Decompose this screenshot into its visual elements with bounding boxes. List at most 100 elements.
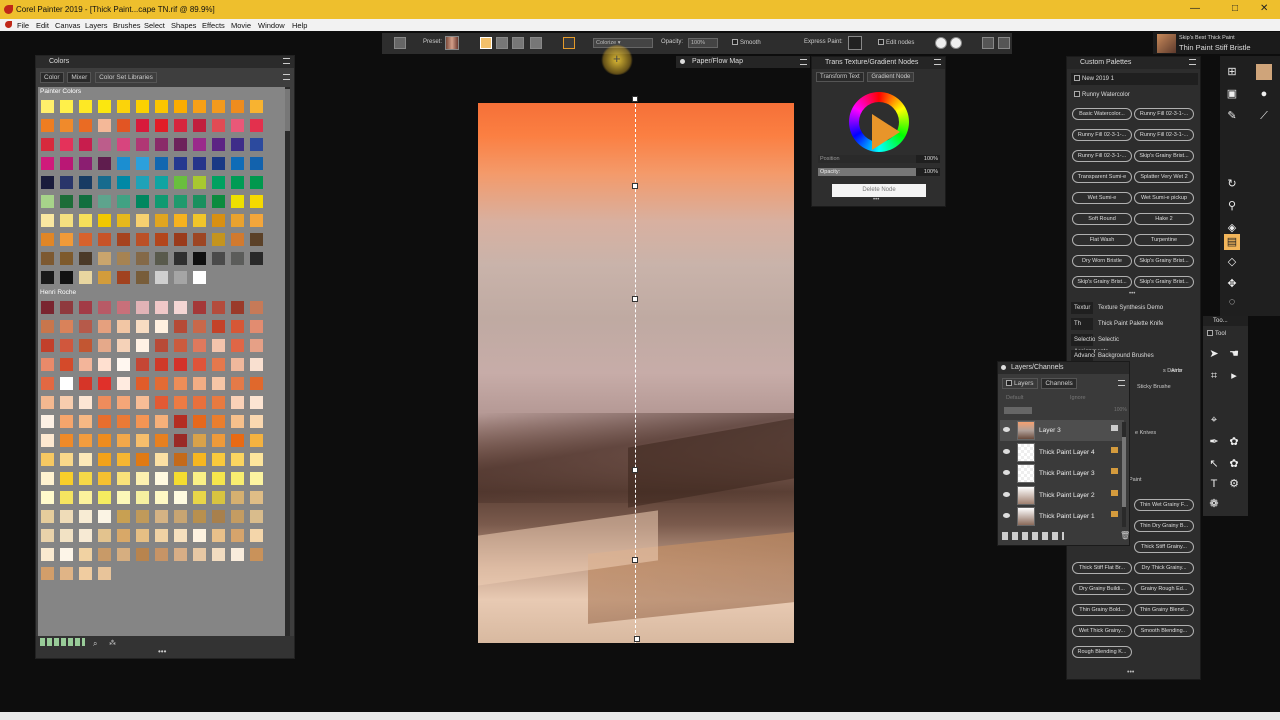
palette-brush-button[interactable]: Skip's Grainy Brist... [1072, 276, 1132, 288]
color-swatch[interactable] [98, 233, 111, 246]
palette-partial-label[interactable]: Airbr [1171, 368, 1183, 374]
color-swatch[interactable] [250, 453, 263, 466]
gradient-circular-icon[interactable] [512, 37, 524, 49]
color-swatch[interactable] [136, 339, 149, 352]
palette-brush-button[interactable]: Turpentine [1134, 234, 1194, 246]
color-swatch[interactable] [98, 157, 111, 170]
palette-brush-button[interactable]: Thin Grainy Blend... [1134, 604, 1194, 616]
color-swatch[interactable] [136, 119, 149, 132]
color-swatch[interactable] [250, 320, 263, 333]
gradient-radial-icon[interactable] [496, 37, 508, 49]
color-swatch[interactable] [174, 271, 187, 284]
reverse-gradient-icon[interactable] [563, 37, 575, 49]
color-swatch[interactable] [155, 434, 168, 447]
color-swatch[interactable] [193, 214, 206, 227]
color-swatch[interactable] [155, 472, 168, 485]
color-swatch[interactable] [41, 434, 54, 447]
color-swatch[interactable] [231, 529, 244, 542]
palette-brush-button[interactable]: Thin Wet Grainy F... [1134, 499, 1194, 511]
color-swatch[interactable] [98, 358, 111, 371]
rotate-icon[interactable]: ↻ [1224, 176, 1240, 192]
custom-palettes-header[interactable]: Custom Palettes [1067, 57, 1200, 69]
color-swatch[interactable] [60, 176, 73, 189]
hand-icon[interactable]: ☚ [1226, 346, 1242, 362]
color-swatch[interactable] [193, 396, 206, 409]
flower2-icon[interactable]: ✿ [1226, 456, 1242, 472]
color-swatch[interactable] [250, 434, 263, 447]
color-swatch[interactable] [79, 214, 92, 227]
palette-lower-more-icon[interactable]: ••• [1127, 669, 1134, 676]
menu-movie[interactable]: Movie [231, 21, 251, 30]
gradient-more-icon[interactable]: ••• [873, 197, 879, 203]
color-swatch[interactable] [174, 214, 187, 227]
color-swatch[interactable] [79, 320, 92, 333]
color-swatch[interactable] [231, 233, 244, 246]
color-swatch[interactable] [60, 100, 73, 113]
color-swatch[interactable] [155, 358, 168, 371]
color-swatch[interactable] [136, 301, 149, 314]
color-swatch[interactable] [98, 453, 111, 466]
opacity-field[interactable]: 100% [688, 38, 718, 48]
color-swatch[interactable] [79, 377, 92, 390]
color-swatch[interactable] [41, 339, 54, 352]
color-swatch[interactable] [79, 491, 92, 504]
color-swatch[interactable] [98, 138, 111, 151]
color-swatch[interactable] [174, 472, 187, 485]
brush-preview-icon[interactable] [1256, 64, 1272, 80]
palette-row[interactable]: Thick Paint Palette Knife [1095, 318, 1193, 330]
color-swatch[interactable] [212, 358, 225, 371]
color-swatch[interactable] [231, 396, 244, 409]
palette-brush-button[interactable]: Basic Watercolor... [1072, 108, 1132, 120]
layer-opacity[interactable]: 100% [1114, 407, 1127, 413]
palette-partial-label[interactable]: Sticky Brushe [1137, 384, 1171, 390]
color-swatch[interactable] [41, 453, 54, 466]
close-button[interactable]: ✕ [1260, 3, 1268, 14]
color-swatch[interactable] [41, 252, 54, 265]
color-swatch[interactable] [79, 252, 92, 265]
node-handle[interactable] [634, 636, 640, 642]
color-swatch[interactable] [193, 195, 206, 208]
color-swatch[interactable] [212, 529, 225, 542]
color-swatch[interactable] [98, 195, 111, 208]
layers-scroll-thumb[interactable] [1122, 437, 1126, 507]
color-swatch[interactable] [231, 491, 244, 504]
color-swatch[interactable] [117, 548, 130, 561]
palette-brush-button[interactable]: Soft Round [1072, 213, 1132, 225]
color-swatch[interactable] [193, 358, 206, 371]
color-swatch[interactable] [79, 271, 92, 284]
color-swatch[interactable] [117, 138, 130, 151]
color-swatch[interactable] [60, 214, 73, 227]
menu-edit[interactable]: Edit [36, 21, 49, 30]
save-icon[interactable]: ▣ [1224, 86, 1240, 102]
transform-icon[interactable] [1224, 116, 1240, 132]
color-swatch[interactable] [79, 157, 92, 170]
dock-panel-icon[interactable] [982, 37, 994, 49]
color-swatch[interactable] [41, 138, 54, 151]
panel-menu-icon[interactable] [1118, 380, 1125, 386]
color-swatch[interactable] [155, 176, 168, 189]
color-swatch[interactable] [250, 195, 263, 208]
color-swatch[interactable] [98, 415, 111, 428]
color-swatch[interactable] [136, 491, 149, 504]
color-swatch[interactable] [174, 195, 187, 208]
color-swatch[interactable] [193, 100, 206, 113]
color-swatch[interactable] [136, 138, 149, 151]
brush-selector[interactable]: Skip's Best Thick Paint Thin Paint Stiff… [1153, 32, 1280, 54]
palette-partial-label[interactable]: Paint [1129, 477, 1142, 483]
color-swatch[interactable] [155, 529, 168, 542]
layer-lock-icons[interactable] [1004, 407, 1032, 414]
color-swatch[interactable] [250, 415, 263, 428]
color-swatch[interactable] [193, 491, 206, 504]
color-swatch[interactable] [136, 100, 149, 113]
color-swatch[interactable] [117, 415, 130, 428]
color-swatch[interactable] [212, 415, 225, 428]
color-swatch[interactable] [155, 510, 168, 523]
color-swatch[interactable] [174, 358, 187, 371]
layer-row[interactable]: Layer 3 [1000, 420, 1124, 441]
color-swatch[interactable] [98, 176, 111, 189]
color-swatch[interactable] [136, 320, 149, 333]
layout-icon[interactable] [998, 37, 1010, 49]
paper-flow-map-panel[interactable]: Paper/Flow Map [676, 56, 810, 68]
color-swatch[interactable] [193, 415, 206, 428]
color-swatch[interactable] [136, 233, 149, 246]
